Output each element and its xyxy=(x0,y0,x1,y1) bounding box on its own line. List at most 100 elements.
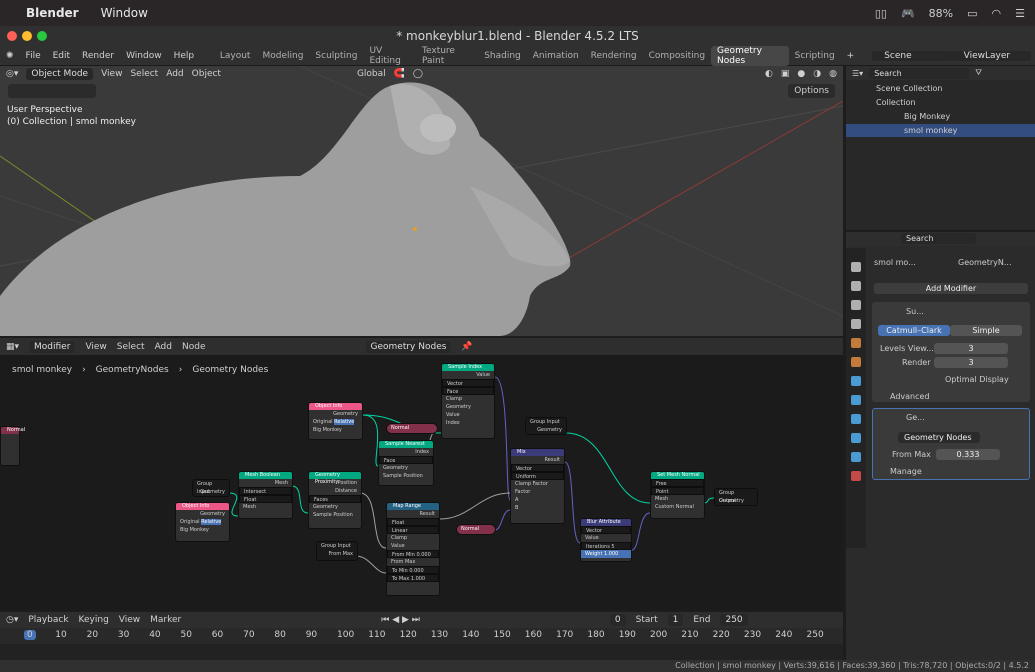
weight-field[interactable]: 1.000 xyxy=(604,551,618,557)
node-normal-partial[interactable]: Normal xyxy=(0,426,25,466)
original-toggle[interactable]: Original xyxy=(180,519,200,525)
proximity-mode-dropdown[interactable]: Faces xyxy=(309,495,361,503)
timeline-view-menu[interactable]: View xyxy=(119,615,140,625)
start-frame-field[interactable]: 1 xyxy=(667,614,684,626)
render-field[interactable]: 3 xyxy=(934,357,1008,368)
stage-icon[interactable]: ▯▯ xyxy=(875,7,887,20)
3d-viewport[interactable]: ◎▾ Object Mode View Select Add Object Gl… xyxy=(0,66,843,336)
node-set-mesh-normal[interactable]: Set Mesh Normal Free Point Mesh Custom N… xyxy=(650,471,705,519)
mix-type-dropdown[interactable]: Vector xyxy=(511,464,564,472)
app-menu[interactable]: Blender xyxy=(26,6,79,20)
maprange-type-dropdown[interactable]: Float xyxy=(387,518,439,526)
properties-search[interactable]: Search xyxy=(901,233,976,244)
tab-layout[interactable]: Layout xyxy=(214,51,257,61)
wifi-icon[interactable]: ◠ xyxy=(992,7,1002,20)
battery-icon[interactable]: ▭ xyxy=(967,7,977,20)
object-field[interactable]: Big Monkey xyxy=(309,426,362,434)
from-max-field[interactable]: 0.333 xyxy=(936,449,1000,460)
close-window-icon[interactable] xyxy=(7,31,17,41)
node-editor[interactable]: ▦▾ Modifier View Select Add Node Geometr… xyxy=(0,338,843,610)
shading-material-icon[interactable]: ◑ xyxy=(813,69,821,79)
current-frame-field[interactable]: 0 xyxy=(609,614,626,626)
properties-tab-icon[interactable] xyxy=(851,357,861,367)
tab-compositing[interactable]: Compositing xyxy=(643,51,711,61)
blur-type-dropdown[interactable]: Vector xyxy=(581,526,631,534)
outliner-search[interactable]: Search xyxy=(869,67,970,79)
maprange-clamp-checkbox[interactable]: Clamp xyxy=(387,534,439,542)
node-geometry-proximity[interactable]: Geometry Proximity Position Distance Fac… xyxy=(308,471,362,529)
properties-tab-icon[interactable] xyxy=(851,433,861,443)
relative-toggle[interactable]: Relative xyxy=(334,419,355,425)
outliner-item-smol-monkey[interactable]: smol monkey xyxy=(846,124,1035,137)
properties-tab-icon[interactable] xyxy=(851,281,861,291)
blender-logo-icon[interactable]: ✺ xyxy=(0,51,20,61)
tab-animation[interactable]: Animation xyxy=(527,51,585,61)
properties-tab-icon[interactable] xyxy=(851,338,861,348)
tab-rendering[interactable]: Rendering xyxy=(585,51,643,61)
shading-rendered-icon[interactable]: ◍ xyxy=(829,69,837,79)
node-normal-2[interactable]: Normal xyxy=(456,524,496,535)
node-group-input-3[interactable]: Group Input From Max xyxy=(316,541,358,561)
geonodes-tree-field[interactable]: Geometry Nodes xyxy=(898,432,980,443)
gamepad-icon[interactable]: 🎮 xyxy=(901,7,915,20)
object-field[interactable]: Big Monkey xyxy=(176,526,229,534)
subsurf-name[interactable]: Su... xyxy=(906,307,924,316)
marker-menu[interactable]: Marker xyxy=(150,615,181,625)
simple-button[interactable]: Simple xyxy=(950,325,1022,336)
keying-menu[interactable]: Keying xyxy=(79,615,109,625)
render-menu[interactable]: Render xyxy=(76,51,120,61)
orientation-dropdown[interactable]: Global xyxy=(357,69,386,79)
boolean-op-dropdown[interactable]: Intersect xyxy=(239,487,292,495)
file-menu[interactable]: File xyxy=(20,51,47,61)
window-menu[interactable]: Window xyxy=(101,6,148,20)
from-min-field[interactable]: 0.000 xyxy=(416,552,430,558)
boolean-solver-dropdown[interactable]: Float xyxy=(239,495,292,503)
help-menu[interactable]: Help xyxy=(168,51,201,61)
tab-sculpting[interactable]: Sculpting xyxy=(309,51,363,61)
mix-mode-dropdown[interactable]: Uniform xyxy=(511,472,564,480)
clamp-checkbox[interactable]: Clamp xyxy=(442,395,494,403)
timeline-editor-icon[interactable]: ◷▾ xyxy=(6,615,18,625)
geonodes-name[interactable]: Ge... xyxy=(906,413,925,422)
node-map-range[interactable]: Map Range Result Float Linear Clamp Valu… xyxy=(386,502,440,596)
node-sample-nearest[interactable]: Sample Nearest Index Face Geometry Sampl… xyxy=(378,440,434,486)
tab-uv-editing[interactable]: UV Editing xyxy=(363,46,416,66)
add-modifier-button[interactable]: Add Modifier xyxy=(874,283,1028,294)
nearest-domain-dropdown[interactable]: Face xyxy=(379,456,433,464)
node-object-info-2[interactable]: Object Info Geometry Original Relative B… xyxy=(175,502,230,542)
playback-menu[interactable]: Playback xyxy=(28,615,68,625)
filter-icon[interactable]: ⛛ xyxy=(975,68,982,78)
node-group-output[interactable]: Group Output Geometry xyxy=(714,488,758,506)
properties-tab-icon[interactable] xyxy=(851,414,861,424)
properties-editor[interactable]: Search smol mo... GeometryN... Add Modif… xyxy=(846,232,1035,660)
tab-geometry-nodes[interactable]: Geometry Nodes xyxy=(711,45,789,66)
playback-controls[interactable]: ⏮ ◀ ▶ ⏭ xyxy=(381,615,420,625)
tab-texture-paint[interactable]: Texture Paint xyxy=(416,46,478,66)
outliner[interactable]: ☰▾ Search ⛛ Scene Collection Collection … xyxy=(846,66,1035,230)
sample-type-dropdown[interactable]: Vector xyxy=(442,379,494,387)
normal-domain-dropdown[interactable]: Point xyxy=(651,487,704,495)
original-toggle[interactable]: Original xyxy=(313,419,333,425)
node-group-input-2[interactable]: Group Input Geometry xyxy=(525,417,567,435)
scene-collection-row[interactable]: Scene Collection xyxy=(846,82,1035,95)
collection-row[interactable]: Collection xyxy=(846,96,1035,109)
advanced-subpanel[interactable]: Advanced xyxy=(890,392,930,401)
frame-ruler[interactable]: 0 10 20 30 40 50 60 70 80 90 100 110 120 130 140 150 160… xyxy=(0,628,843,644)
overlay-icon[interactable]: ◐ xyxy=(765,69,773,79)
editor-type-icon[interactable]: ◎▾ xyxy=(6,69,18,79)
optimal-display-checkbox[interactable]: Optimal Display xyxy=(945,375,1009,384)
node-blur-attribute[interactable]: Blur Attribute Vector Value Iterations 5… xyxy=(580,518,632,562)
properties-tab-icon[interactable] xyxy=(851,471,861,481)
scene-selector[interactable]: Scene xyxy=(872,50,952,61)
proportional-icon[interactable]: ◯ xyxy=(413,69,423,79)
tab-shading[interactable]: Shading xyxy=(478,51,527,61)
end-frame-field[interactable]: 250 xyxy=(720,614,748,626)
properties-tab-icon[interactable] xyxy=(851,376,861,386)
node-mesh-boolean[interactable]: Mesh Boolean Mesh Intersect Float Mesh xyxy=(238,471,293,519)
edit-menu[interactable]: Edit xyxy=(47,51,76,61)
relative-toggle[interactable]: Relative xyxy=(201,519,222,525)
clamp-factor-checkbox[interactable]: Clamp Factor xyxy=(511,480,564,488)
object-mode-dropdown[interactable]: Object Mode xyxy=(26,68,94,80)
control-center-icon[interactable]: ☰ xyxy=(1015,7,1025,20)
node-sample-index[interactable]: Sample Index Value Vector Face Clamp Geo… xyxy=(441,363,495,439)
